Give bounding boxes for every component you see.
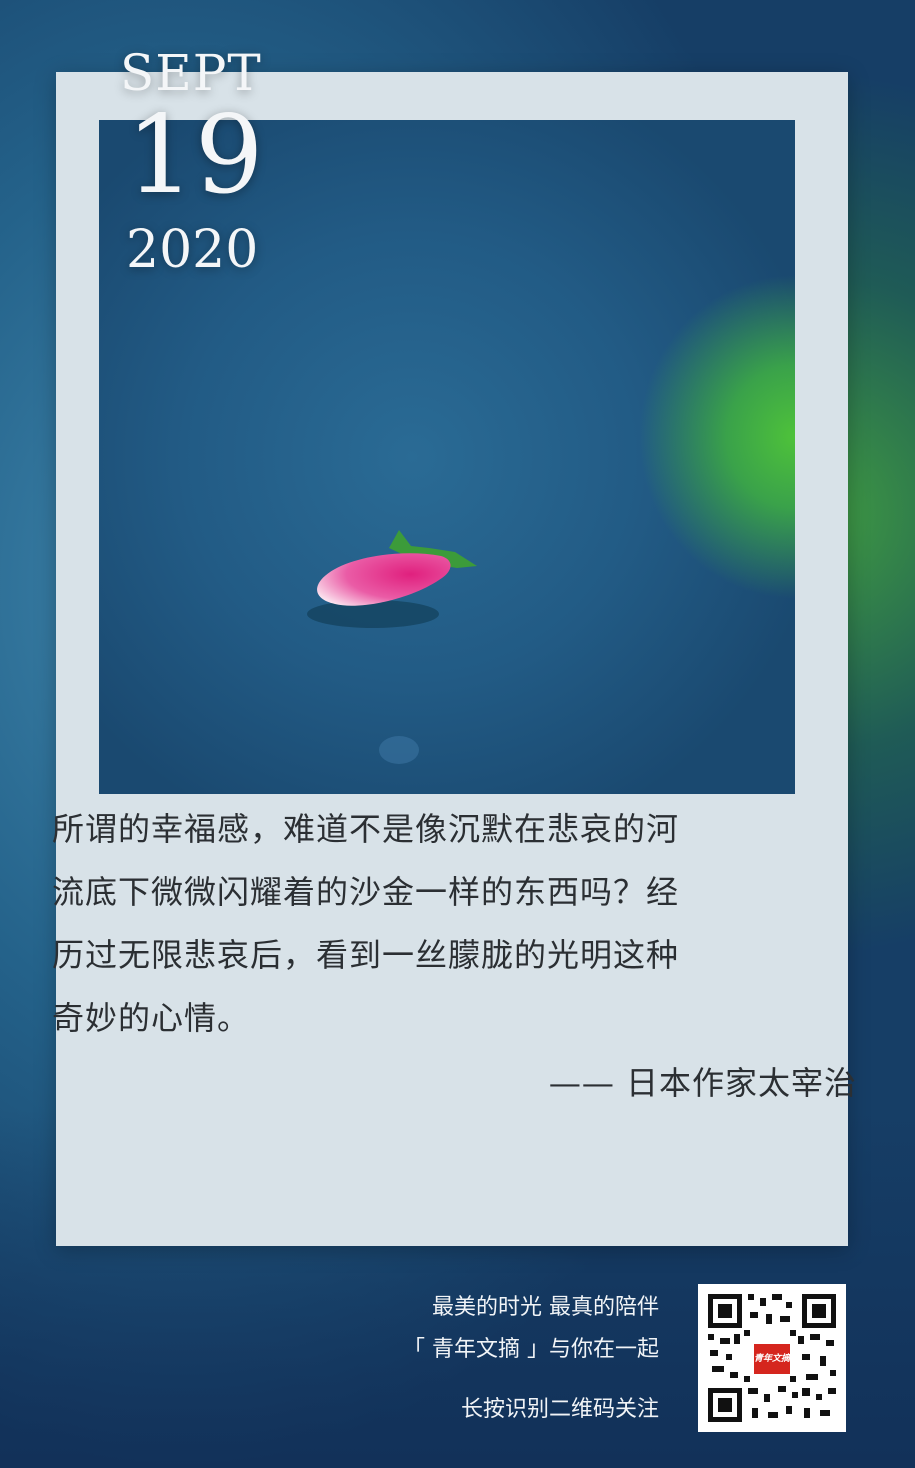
quote-line: 所谓的幸福感，难道不是像沉默在悲哀的河 (52, 810, 680, 848)
quote-text: 所谓的幸福感，难道不是像沉默在悲哀的河 流底下微微闪耀着的沙金一样的东西吗？经 … (52, 798, 738, 1050)
qr-brand-logo: 青年文摘 (752, 1342, 792, 1376)
quote-line: 历过无限悲哀后，看到一丝朦胧的光明这种 (52, 936, 680, 974)
quote-line: 流底下微微闪耀着的沙金一样的东西吗？经 (52, 873, 680, 911)
footer-text: 最美的时光 最真的陪伴 「 青年文摘 」与你在一起 长按识别二维码关注 (403, 1290, 659, 1428)
footer-slogan: 最美的时光 最真的陪伴 (432, 1295, 659, 1320)
footer-qr-hint: 长按识别二维码关注 (460, 1397, 659, 1422)
date-day: 19 (126, 93, 264, 218)
quote-line: 奇妙的心情。 (52, 999, 251, 1037)
qr-code[interactable]: 青年文摘 (698, 1284, 846, 1432)
quote-author: —— 日本作家太宰治 (548, 1064, 857, 1102)
date-year: 2020 (126, 220, 259, 280)
footer-brand-line: 「 青年文摘 」与你在一起 (403, 1337, 659, 1362)
